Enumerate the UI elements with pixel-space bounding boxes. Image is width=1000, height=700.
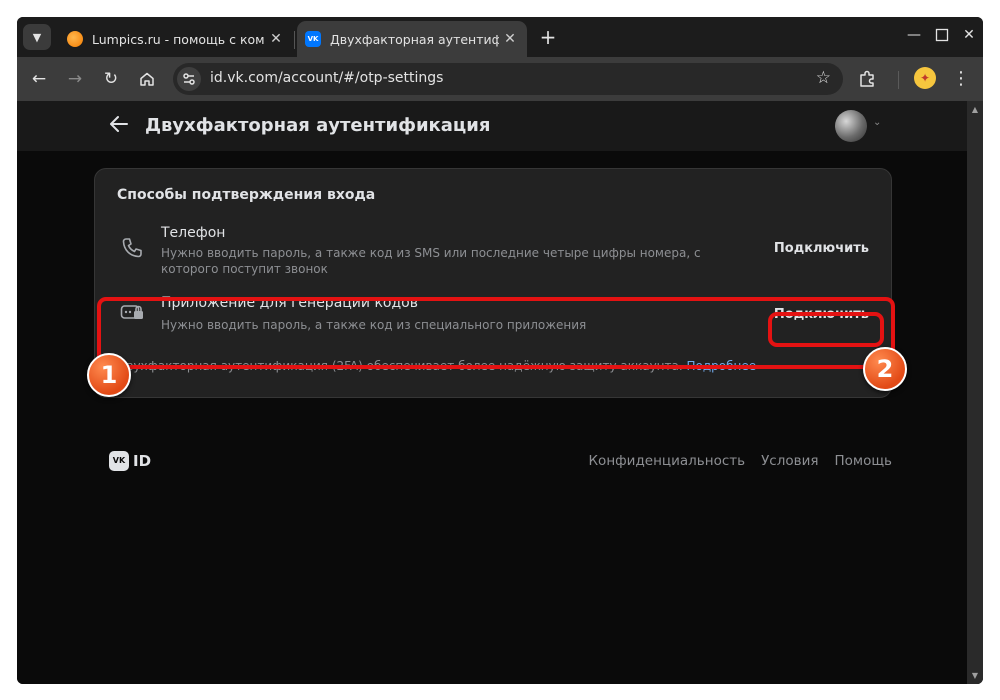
tab-title: Двухфакторная аутентифика [330, 31, 499, 47]
lumpics-orange-icon [67, 31, 83, 47]
minimize-button[interactable]: — [902, 27, 926, 43]
arrow-left-icon: ← [31, 69, 47, 89]
profile-button[interactable]: ✦ [914, 67, 936, 89]
back-button[interactable]: ← [27, 67, 51, 91]
toolbar-separator [898, 71, 899, 89]
vk-icon: VK [305, 31, 321, 47]
footer-links: Конфиденциальность Условия Помощь [588, 453, 892, 469]
tab-strip: ▼ Lumpics.ru - помощь с компь ✕ VK Двухф… [17, 17, 983, 57]
browser-menu-button[interactable]: ⋮ [951, 67, 971, 91]
site-info-button[interactable] [177, 67, 201, 91]
close-icon[interactable]: ✕ [499, 31, 521, 47]
highlight-connect-button [768, 312, 884, 347]
window-close-button[interactable]: ✕ [957, 27, 981, 43]
vk-logo-icon: VK [109, 451, 129, 471]
avatar[interactable] [835, 110, 867, 142]
profile-avatar-icon: ✦ [919, 71, 931, 85]
vk-id-text: ID [133, 452, 152, 470]
back-link[interactable] [107, 112, 131, 136]
close-icon[interactable]: ✕ [265, 31, 287, 47]
bookmark-star-icon[interactable]: ☆ [816, 68, 831, 88]
scroll-up-icon[interactable]: ▲ [967, 105, 983, 114]
connect-phone-button[interactable]: Подключить [774, 241, 869, 256]
new-tab-button[interactable]: + [537, 26, 559, 48]
chevron-down-icon[interactable]: ⌄ [873, 117, 881, 128]
extensions-button[interactable] [855, 67, 879, 91]
page-title: Двухфакторная аутентификация [145, 115, 491, 136]
method-description: Нужно вводить пароль, а также код из SMS… [161, 246, 701, 276]
browser-window: ▼ Lumpics.ru - помощь с компь ✕ VK Двухф… [17, 17, 983, 684]
method-phone: Телефон Нужно вводить пароль, а также ко… [95, 223, 891, 283]
arrow-right-icon: → [67, 69, 83, 89]
page-header: Двухфакторная аутентификация ⌄ [17, 101, 967, 151]
footer-link-help[interactable]: Помощь [834, 453, 892, 469]
page-content: Двухфакторная аутентификация ⌄ Способы п… [17, 101, 983, 684]
puzzle-icon [860, 70, 874, 87]
forward-button[interactable]: → [63, 67, 87, 91]
footer-link-terms[interactable]: Условия [761, 453, 818, 469]
method-title: Телефон [161, 225, 226, 241]
home-button[interactable] [135, 67, 159, 91]
annotation-badge-2: 2 [863, 347, 907, 391]
phone-icon [122, 238, 142, 258]
address-bar[interactable]: id.vk.com/account/#/otp-settings ☆ [173, 63, 843, 95]
url-text: id.vk.com/account/#/otp-settings [210, 70, 444, 86]
maximize-button[interactable] [930, 24, 954, 46]
tab-lumpics[interactable]: Lumpics.ru - помощь с компь ✕ [57, 21, 293, 57]
plus-icon: + [539, 25, 557, 49]
minimize-icon: — [907, 27, 921, 43]
tab-title: Lumpics.ru - помощь с компь [92, 31, 265, 47]
tune-icon [183, 73, 195, 85]
tab-search-button[interactable]: ▼ [23, 24, 51, 50]
reload-button[interactable]: ↻ [99, 67, 123, 91]
close-icon: ✕ [963, 27, 975, 43]
footer-link-privacy[interactable]: Конфиденциальность [588, 453, 745, 469]
vk-id-logo[interactable]: VK ID [109, 451, 151, 471]
annotation-badge-1: 1 [87, 353, 131, 397]
browser-toolbar: ← → ↻ id.vk.com/account/#/otp-settings ☆… [17, 57, 983, 101]
more-vertical-icon: ⋮ [952, 68, 970, 89]
arrow-left-icon [110, 116, 128, 132]
scroll-down-icon[interactable]: ▼ [967, 671, 983, 680]
maximize-icon [935, 28, 949, 42]
chevron-down-icon: ▼ [32, 30, 42, 44]
page-scrollbar[interactable]: ▲ ▼ [967, 101, 983, 684]
home-icon [140, 72, 154, 86]
reload-icon: ↻ [103, 69, 119, 89]
card-heading: Способы подтверждения входа [117, 187, 376, 203]
tab-vk-2fa[interactable]: VK Двухфакторная аутентифика ✕ [297, 21, 527, 57]
tab-separator [294, 31, 295, 49]
